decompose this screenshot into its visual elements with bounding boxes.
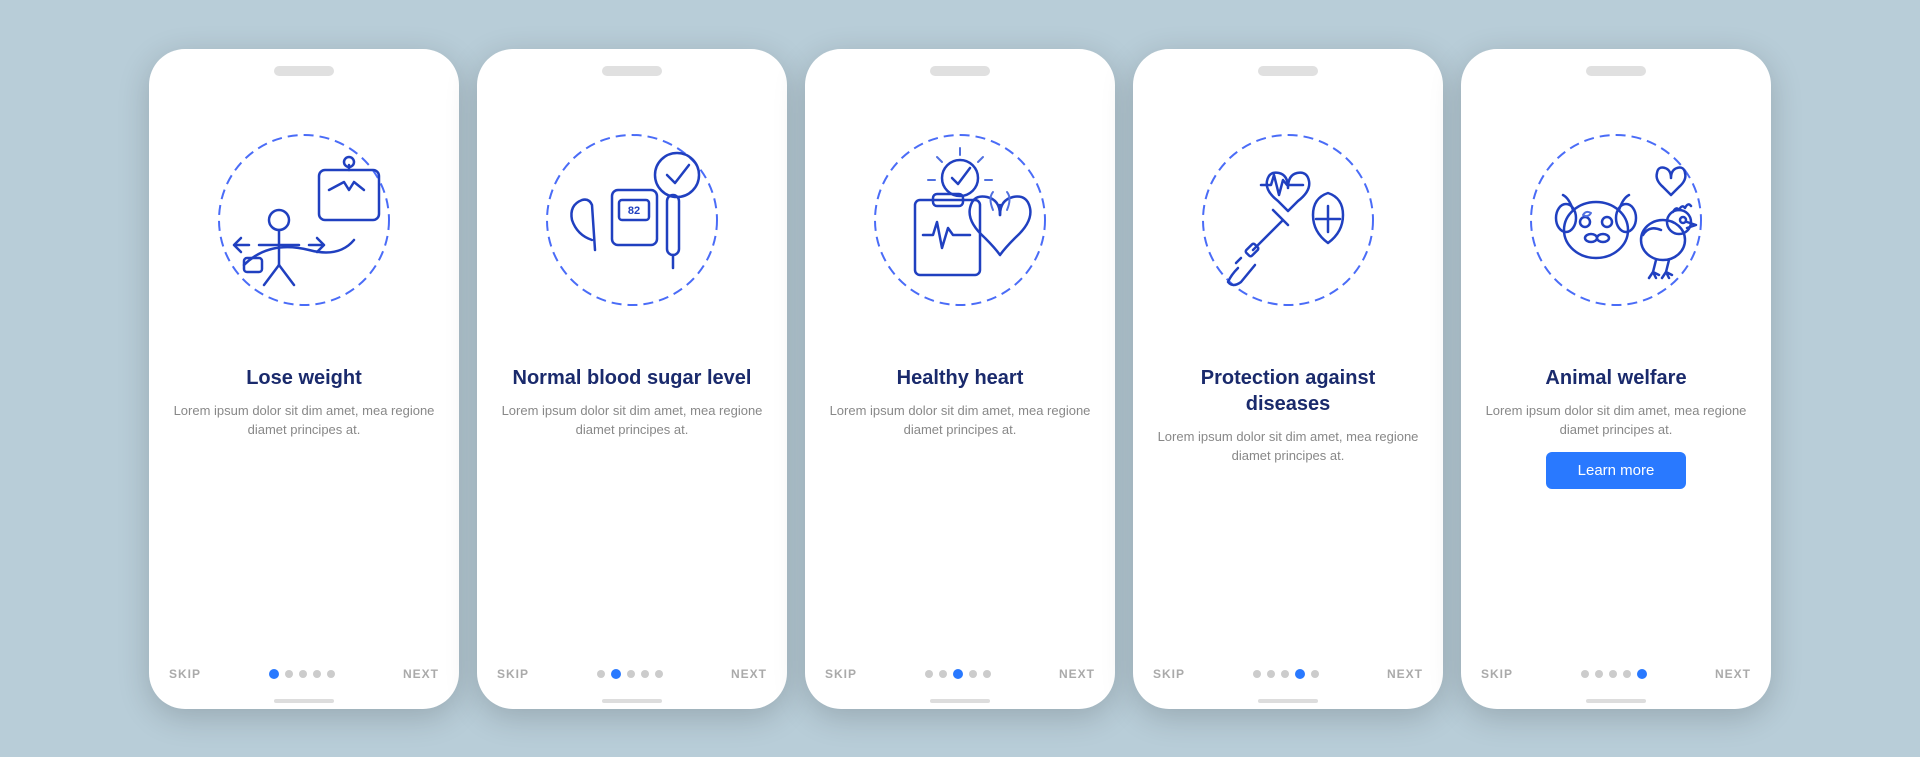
phone-content-healthy-heart: Healthy heart Lorem ipsum dolor sit dim … — [805, 365, 1115, 667]
phone-illustration-lose-weight — [149, 85, 459, 365]
dot-5-3 — [1623, 670, 1631, 678]
dot-2-1 — [611, 669, 621, 679]
phone-content-lose-weight: Lose weight Lorem ipsum dolor sit dim am… — [149, 365, 459, 667]
phone-lose-weight: Lose weight Lorem ipsum dolor sit dim am… — [149, 49, 459, 709]
dot-4-3 — [1295, 669, 1305, 679]
phone-desc-protection: Lorem ipsum dolor sit dim amet, mea regi… — [1157, 427, 1419, 466]
dots-row-5 — [1581, 669, 1647, 679]
dot-3-3 — [969, 670, 977, 678]
dot-4-4 — [1311, 670, 1319, 678]
dot-1-2 — [299, 670, 307, 678]
dot-1-0 — [269, 669, 279, 679]
phone-desc-healthy-heart: Lorem ipsum dolor sit dim amet, mea regi… — [829, 401, 1091, 440]
phone-blood-sugar: 82 Normal blood sugar level Lorem ipsum … — [477, 49, 787, 709]
dot-5-4 — [1637, 669, 1647, 679]
phone-content-protection: Protection against diseases Lorem ipsum … — [1133, 365, 1443, 667]
dot-4-1 — [1267, 670, 1275, 678]
svg-text:82: 82 — [628, 205, 640, 217]
next-label-1[interactable]: NEXT — [403, 667, 439, 681]
dot-1-3 — [313, 670, 321, 678]
phone-notch-1 — [274, 66, 334, 76]
phone-protection: Protection against diseases Lorem ipsum … — [1133, 49, 1443, 709]
next-label-4[interactable]: NEXT — [1387, 667, 1423, 681]
phone-bottom-protection: SKIP NEXT — [1133, 667, 1443, 699]
dot-1-1 — [285, 670, 293, 678]
dot-4-2 — [1281, 670, 1289, 678]
phone-title-blood-sugar: Normal blood sugar level — [513, 365, 752, 391]
dot-2-4 — [655, 670, 663, 678]
skip-label-1[interactable]: SKIP — [169, 667, 201, 681]
dot-2-2 — [627, 670, 635, 678]
phone-bottom-bar-1 — [274, 699, 334, 703]
blood-sugar-illustration: 82 — [517, 110, 747, 340]
phone-notch-4 — [1258, 66, 1318, 76]
dots-row-3 — [925, 669, 991, 679]
phone-bottom-bar-2 — [602, 699, 662, 703]
next-label-2[interactable]: NEXT — [731, 667, 767, 681]
dots-row-2 — [597, 669, 663, 679]
phone-desc-blood-sugar: Lorem ipsum dolor sit dim amet, mea regi… — [501, 401, 763, 440]
phone-bottom-healthy-heart: SKIP NEXT — [805, 667, 1115, 699]
skip-label-2[interactable]: SKIP — [497, 667, 529, 681]
phone-top-bar-3 — [805, 49, 1115, 85]
phone-content-animal-welfare: Animal welfare Lorem ipsum dolor sit dim… — [1461, 365, 1771, 667]
phone-title-lose-weight: Lose weight — [246, 365, 362, 391]
phone-healthy-heart: Healthy heart Lorem ipsum dolor sit dim … — [805, 49, 1115, 709]
phone-illustration-blood-sugar: 82 — [477, 85, 787, 365]
lose-weight-illustration — [189, 110, 419, 340]
animal-welfare-illustration — [1501, 110, 1731, 340]
phones-container: Lose weight Lorem ipsum dolor sit dim am… — [149, 49, 1771, 709]
phone-illustration-healthy-heart — [805, 85, 1115, 365]
dot-2-0 — [597, 670, 605, 678]
phone-desc-lose-weight: Lorem ipsum dolor sit dim amet, mea regi… — [173, 401, 435, 440]
dot-3-1 — [939, 670, 947, 678]
phone-title-protection: Protection against diseases — [1157, 365, 1419, 417]
dots-row-1 — [269, 669, 335, 679]
skip-label-3[interactable]: SKIP — [825, 667, 857, 681]
dot-3-4 — [983, 670, 991, 678]
phone-bottom-bar-4 — [1258, 699, 1318, 703]
phone-bottom-bar-5 — [1586, 699, 1646, 703]
skip-label-5[interactable]: SKIP — [1481, 667, 1513, 681]
dot-3-0 — [925, 670, 933, 678]
phone-desc-animal-welfare: Lorem ipsum dolor sit dim amet, mea regi… — [1485, 401, 1747, 440]
dots-row-4 — [1253, 669, 1319, 679]
phone-bottom-bar-3 — [930, 699, 990, 703]
learn-more-button[interactable]: Learn more — [1546, 452, 1687, 489]
next-label-3[interactable]: NEXT — [1059, 667, 1095, 681]
dot-4-0 — [1253, 670, 1261, 678]
healthy-heart-illustration — [845, 110, 1075, 340]
phone-top-bar-2 — [477, 49, 787, 85]
phone-bottom-blood-sugar: SKIP NEXT — [477, 667, 787, 699]
phone-illustration-animal-welfare — [1461, 85, 1771, 365]
phone-bottom-lose-weight: SKIP NEXT — [149, 667, 459, 699]
phone-animal-welfare: Animal welfare Lorem ipsum dolor sit dim… — [1461, 49, 1771, 709]
phone-title-healthy-heart: Healthy heart — [897, 365, 1024, 391]
phone-top-bar-1 — [149, 49, 459, 85]
phone-content-blood-sugar: Normal blood sugar level Lorem ipsum dol… — [477, 365, 787, 667]
phone-top-bar-4 — [1133, 49, 1443, 85]
phone-notch-5 — [1586, 66, 1646, 76]
dot-5-1 — [1595, 670, 1603, 678]
phone-title-animal-welfare: Animal welfare — [1545, 365, 1686, 391]
dot-2-3 — [641, 670, 649, 678]
next-label-5[interactable]: NEXT — [1715, 667, 1751, 681]
phone-top-bar-5 — [1461, 49, 1771, 85]
phone-notch-3 — [930, 66, 990, 76]
dot-5-0 — [1581, 670, 1589, 678]
skip-label-4[interactable]: SKIP — [1153, 667, 1185, 681]
phone-bottom-animal-welfare: SKIP NEXT — [1461, 667, 1771, 699]
dot-5-2 — [1609, 670, 1617, 678]
phone-notch-2 — [602, 66, 662, 76]
protection-illustration — [1173, 110, 1403, 340]
dot-3-2 — [953, 669, 963, 679]
phone-illustration-protection — [1133, 85, 1443, 365]
dot-1-4 — [327, 670, 335, 678]
